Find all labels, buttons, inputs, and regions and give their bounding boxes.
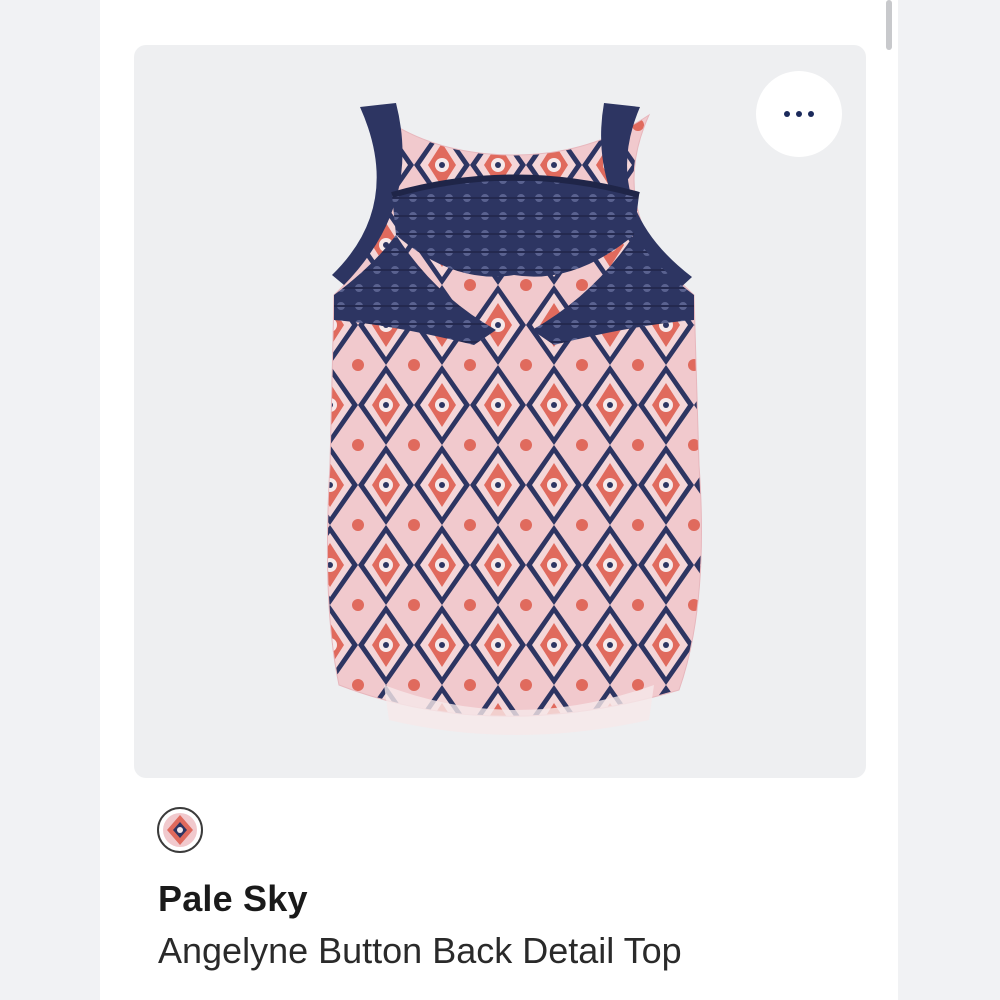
scrollbar[interactable]	[886, 0, 892, 50]
product-image	[326, 103, 702, 735]
more-options-button[interactable]	[756, 71, 842, 157]
color-swatch-icon	[163, 813, 197, 847]
more-horizontal-icon	[784, 111, 814, 117]
color-swatch[interactable]	[157, 807, 203, 853]
product-image-card[interactable]	[134, 45, 866, 778]
product-brand: Pale Sky	[158, 878, 308, 919]
product-name[interactable]: Angelyne Button Back Detail Top	[158, 930, 682, 972]
